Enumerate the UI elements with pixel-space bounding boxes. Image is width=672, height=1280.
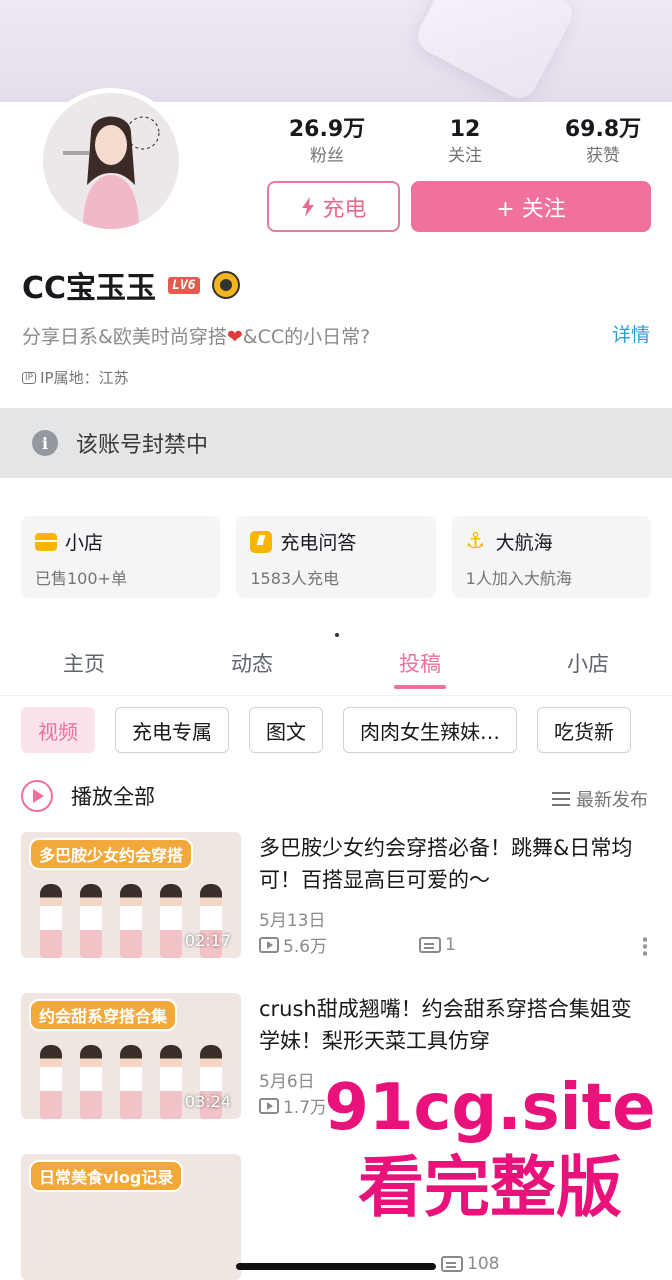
card-title: 小店 — [65, 532, 104, 554]
chip-foodie[interactable]: 吃货新 — [537, 707, 631, 753]
tab-home[interactable]: 主页 — [0, 640, 168, 695]
tab-shop[interactable]: 小店 — [504, 640, 672, 695]
more-options-icon[interactable] — [643, 936, 647, 956]
stat-value: 26.9万 — [288, 117, 366, 142]
thumbnail-caption: 多巴胺少女约会穿搭 — [29, 838, 194, 870]
video-comments: 1 — [445, 934, 456, 955]
filter-chips: 视频 充电专属 图文 肉肉女生辣妹… 吃货新 — [21, 707, 672, 753]
chip-charge-exclusive[interactable]: 充电专属 — [115, 707, 229, 753]
stat-following[interactable]: 12 关注 — [396, 116, 534, 172]
level-badge: LV6 — [168, 276, 200, 294]
video-duration: 03:24 — [184, 1092, 231, 1111]
video-meta: 108 — [441, 1254, 499, 1274]
avatar-image — [43, 93, 179, 229]
feature-cards: 小店 已售100+单 充电问答 1583人充电 ⚓ 大航海 1人加入大航海 — [21, 516, 651, 598]
video-meta: 1.7万 — [259, 1093, 327, 1118]
profile-stats: 26.9万 粉丝 12 关注 69.8万 获赞 — [258, 116, 672, 172]
stat-label: 关注 — [448, 146, 482, 166]
stat-value: 69.8万 — [564, 117, 642, 142]
profile-banner — [0, 0, 672, 102]
play-all-label: 播放全部 — [71, 785, 155, 809]
ip-location: IP IP属地：江苏 — [22, 367, 129, 388]
video-date: 5月6日 — [259, 1072, 315, 1092]
user-name: CC宝玉玉 — [22, 271, 157, 306]
charge-button[interactable]: 充电 — [267, 181, 400, 232]
follow-button[interactable]: + 关注 — [411, 181, 651, 232]
card-subtitle: 1人加入大航海 — [465, 569, 572, 588]
card-guard[interactable]: ⚓ 大航海 1人加入大航海 — [451, 516, 651, 598]
comments-icon — [419, 936, 442, 953]
video-thumbnail[interactable]: 约会甜系穿搭合集 03:24 — [21, 993, 241, 1119]
video-date: 5月13日 — [259, 911, 326, 931]
video-comments: 108 — [467, 1254, 500, 1274]
stat-fans[interactable]: 26.9万 粉丝 — [258, 116, 396, 172]
qa-icon — [250, 530, 273, 553]
play-icon — [21, 780, 53, 812]
lightning-icon — [302, 196, 315, 217]
card-title: 充电问答 — [280, 532, 357, 554]
card-charge-qa[interactable]: 充电问答 1583人充电 — [236, 516, 436, 598]
banned-notice-text: 该账号封禁中 — [76, 433, 209, 458]
comments-icon — [441, 1256, 463, 1272]
stat-value: 12 — [449, 117, 481, 142]
banned-notice: i 该账号封禁中 — [0, 408, 672, 478]
info-icon: i — [32, 430, 58, 456]
video-views: 5.6万 — [283, 937, 328, 957]
views-icon — [259, 936, 279, 953]
stat-likes[interactable]: 69.8万 获赞 — [534, 116, 672, 172]
sort-icon — [552, 792, 570, 806]
tab-uploads[interactable]: 投稿 — [336, 640, 504, 695]
ip-location-text: IP属地：江苏 — [40, 369, 129, 387]
tab-dynamic[interactable]: 动态 — [168, 640, 336, 695]
stat-label: 获赞 — [586, 146, 620, 166]
views-icon — [259, 1097, 279, 1114]
bio-text-start: 分享日系&欧美时尚穿搭 — [22, 326, 227, 348]
video-item[interactable]: 约会甜系穿搭合集 03:24 crush甜成翘嘴！约会甜系穿搭合集姐变学妹！梨形… — [21, 993, 661, 1121]
thumbnail-caption: 日常美食vlog记录 — [29, 1160, 184, 1192]
sort-label: 最新发布 — [576, 790, 648, 811]
video-item[interactable]: 日常美食vlog记录 108 — [21, 1154, 661, 1280]
video-duration: 02:17 — [184, 931, 231, 950]
steering-wheel-icon[interactable] — [211, 271, 240, 299]
card-shop[interactable]: 小店 已售100+单 — [21, 516, 221, 598]
video-thumbnail[interactable]: 多巴胺少女约会穿搭 02:17 — [21, 832, 241, 958]
bio-text-end: &CC的小日常? — [242, 326, 371, 348]
play-all-button[interactable]: 播放全部 — [21, 780, 155, 812]
card-title: 大航海 — [495, 532, 553, 554]
banner-decoration — [411, 0, 579, 102]
details-link[interactable]: 详情 — [612, 320, 650, 347]
anchor-icon: ⚓ — [465, 528, 486, 554]
profile-tabs: 主页 动态 投稿 小店 — [0, 640, 672, 696]
bio: 分享日系&欧美时尚穿搭❤&CC的小日常? — [22, 322, 370, 349]
video-title[interactable]: 多巴胺少女约会穿搭必备！跳舞&日常均可！百搭显高巨可爱的～ — [259, 832, 649, 896]
video-title[interactable]: crush甜成翘嘴！约会甜系穿搭合集姐变学妹！梨形天菜工具仿穿 — [259, 993, 649, 1057]
chip-video[interactable]: 视频 — [21, 707, 95, 753]
video-meta: 5.6万 1 — [259, 932, 456, 957]
ip-icon: IP — [22, 371, 37, 384]
chip-image-text[interactable]: 图文 — [249, 707, 323, 753]
heart-icon: ❤ — [226, 326, 243, 348]
avatar[interactable] — [38, 88, 184, 234]
follow-button-label: + 关注 — [496, 196, 566, 222]
video-views: 1.7万 — [283, 1098, 328, 1118]
thumbnail-caption: 约会甜系穿搭合集 — [29, 999, 178, 1031]
card-subtitle: 1583人充电 — [250, 569, 340, 588]
home-indicator[interactable] — [236, 1263, 436, 1270]
video-item[interactable]: 多巴胺少女约会穿搭 02:17 多巴胺少女约会穿搭必备！跳舞&日常均可！百搭显高… — [21, 832, 661, 960]
charge-button-label: 充电 — [322, 196, 367, 222]
name-row: CC宝玉玉 LV6 — [22, 264, 240, 306]
chip-collection[interactable]: 肉肉女生辣妹… — [343, 707, 517, 753]
stat-label: 粉丝 — [310, 146, 344, 166]
shop-icon — [35, 532, 57, 551]
page-indicator-dot — [335, 633, 339, 637]
sort-button[interactable]: 最新发布 — [552, 786, 648, 812]
video-thumbnail[interactable]: 日常美食vlog记录 — [21, 1154, 241, 1280]
card-subtitle: 已售100+单 — [35, 569, 127, 588]
